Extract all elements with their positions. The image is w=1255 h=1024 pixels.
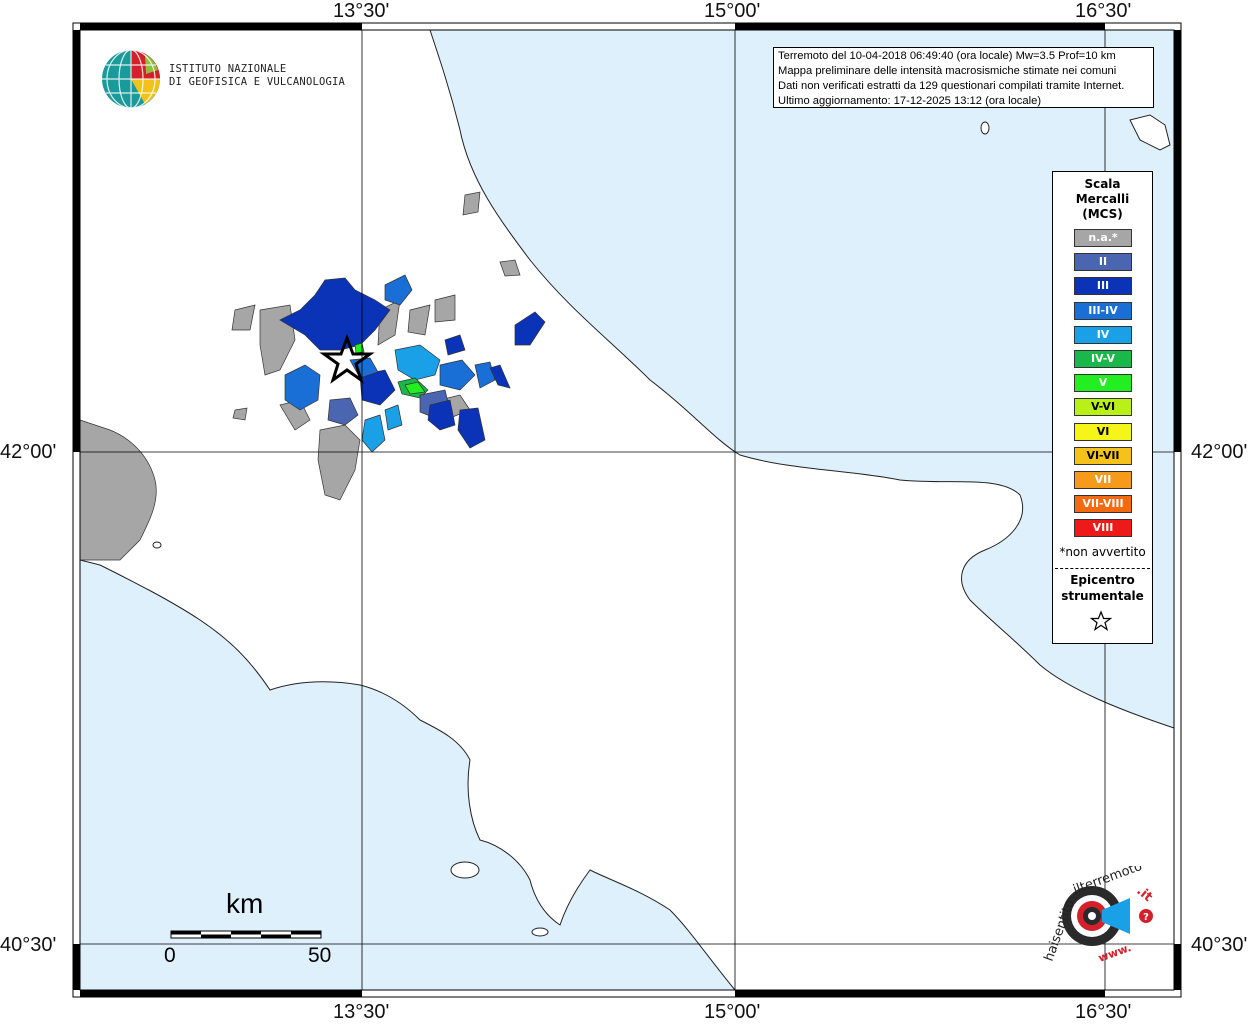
event-info-line-3: Dati non verificati estratti da 129 ques… (778, 80, 1125, 92)
legend-epicenter-label: Epicentro strumentale (1053, 572, 1152, 604)
legend-epi-1: Epicentro (1070, 573, 1135, 587)
scale-unit: km (226, 888, 264, 919)
tick-lon-15-00-bottom: 15°00' (704, 1001, 761, 1023)
tick-lat-40-30-right: 40°30' (1191, 934, 1248, 956)
legend-title-2: Mercalli (1075, 192, 1130, 206)
legend-epi-2: strumentale (1061, 589, 1144, 603)
island-capri (531, 927, 549, 937)
scale-bar (170, 930, 322, 939)
legend-note: *non avvertito (1059, 545, 1146, 559)
legend-swatch-ii: II (1074, 253, 1132, 272)
svg-text:www.: www. (1097, 941, 1133, 965)
tick-lon-13-30-bottom: 13°30' (333, 1001, 390, 1023)
legend-swatch-vii-viii: VII-VIII (1074, 495, 1132, 514)
legend-swatch-iv: IV (1074, 325, 1132, 344)
island-ischia (450, 861, 480, 879)
legend-swatch-vi-vii: VI-VII (1074, 446, 1132, 465)
legend-swatch-iii: III (1074, 277, 1132, 296)
legend-swatch-viii: VIII (1074, 519, 1132, 538)
tick-lon-13-30-top: 13°30' (333, 0, 390, 22)
ingv-line-2: DI GEOFISICA E VULCANOLOGIA (169, 76, 346, 88)
legend-title-3: (MCS) (1082, 207, 1123, 221)
event-info-box: Terremoto del 10-04-2018 06:49:40 (ora l… (773, 47, 1154, 108)
haisentito-logo: ? haisentito ilterremoto .it www. (1042, 866, 1155, 965)
tick-lon-16-30-bottom: 16°30' (1075, 1001, 1132, 1023)
legend-swatch-vii: VII (1074, 471, 1132, 489)
epicenter-star-icon (1089, 610, 1113, 631)
scale-max: 50 (308, 944, 332, 967)
svg-text:?: ? (1143, 912, 1149, 923)
ingv-globe-logo (102, 49, 160, 109)
mcs-legend: Scala Mercalli (MCS) n.a.* II III III-IV IV I… (1052, 171, 1153, 644)
event-info-line-2: Mappa preliminare delle intensità macros… (778, 65, 1117, 77)
lake (152, 541, 162, 549)
legend-title-1: Scala (1084, 177, 1121, 191)
event-info-line-4: Ultimo aggiornamento: 17-12-2025 13:12 (… (778, 95, 1042, 107)
scale-min: 0 (164, 944, 176, 967)
event-info-line-1: Terremoto del 10-04-2018 06:49:40 (ora l… (778, 50, 1116, 62)
tick-lat-42-00-left: 42°00' (0, 441, 57, 463)
legend-swatch-n-a: n.a.* (1074, 229, 1132, 247)
legend-separator (1055, 568, 1150, 569)
legend-swatch-iii-iv: III-IV (1074, 301, 1132, 320)
tick-lat-40-30-left: 40°30' (0, 934, 57, 956)
legend-swatch-v-vi: V-VI (1074, 398, 1132, 417)
ingv-name: ISTITUTO NAZIONALE DI GEOFISICA E VULCAN… (169, 63, 345, 89)
legend-swatch-v: V (1074, 374, 1132, 393)
tick-lon-16-30-top: 16°30' (1075, 0, 1132, 22)
tick-lon-15-00-top: 15°00' (704, 0, 761, 22)
legend-title: Scala Mercalli (MCS) (1053, 177, 1152, 222)
ingv-line-1: ISTITUTO NAZIONALE (169, 63, 287, 75)
tick-lat-42-00-right: 42°00' (1191, 441, 1248, 463)
legend-swatch-iv-v: IV-V (1074, 350, 1132, 368)
legend-swatch-vi: VI (1074, 422, 1132, 441)
island-tremiti (980, 121, 990, 135)
svg-text:.it: .it (1133, 884, 1155, 906)
